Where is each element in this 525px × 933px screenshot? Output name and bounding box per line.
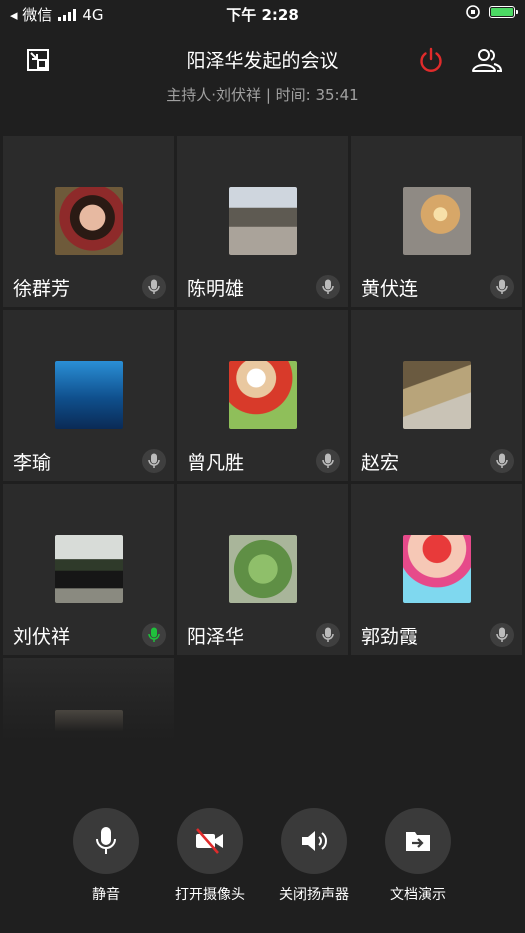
camera-button[interactable] — [177, 808, 243, 874]
mic-muted-icon — [142, 275, 166, 299]
participant-tile[interactable]: 曾凡胜 — [177, 310, 348, 481]
speaker-control: 关闭扬声器 — [262, 808, 366, 904]
status-time: 下午 2:28 — [226, 6, 299, 24]
participant-name: 徐群芳 — [13, 278, 71, 300]
mic-muted-icon — [316, 275, 340, 299]
participant-name: 曾凡胜 — [187, 452, 245, 474]
participant-tile[interactable]: 徐群芳 — [3, 136, 174, 307]
document-control: 文档演示 — [366, 808, 470, 904]
avatar — [55, 361, 123, 429]
mute-control: 静音 — [54, 808, 158, 904]
participant-tile[interactable]: 郭劲霞 — [351, 484, 522, 655]
avatar — [229, 361, 297, 429]
participant-tile[interactable]: 陈明雄 — [177, 136, 348, 307]
mute-button[interactable] — [73, 808, 139, 874]
status-right — [465, 4, 518, 20]
orientation-lock-icon — [466, 5, 480, 19]
participant-tile-partial[interactable] — [3, 658, 174, 740]
participant-name: 陈明雄 — [187, 278, 245, 300]
avatar — [403, 361, 471, 429]
mic-speaking-icon — [142, 623, 166, 647]
mic-muted-icon — [316, 623, 340, 647]
speaker-icon — [302, 831, 327, 851]
battery-icon — [489, 6, 518, 18]
mic-muted-icon — [142, 449, 166, 473]
participant-grid: 徐群芳 陈明雄 黄伏连 李瑜 曾凡胜 赵宏 刘伏祥 阳泽华 郭劲霞 — [3, 136, 522, 740]
leave-meeting-button[interactable] — [415, 44, 447, 76]
speaker-label: 关闭扬声器 — [279, 887, 349, 903]
participant-name: 刘伏祥 — [13, 626, 71, 648]
mic-muted-icon — [490, 275, 514, 299]
avatar — [403, 535, 471, 603]
participant-name: 阳泽华 — [187, 626, 245, 648]
status-bar: ◂ 微信 4G 下午 2:28 — [0, 0, 525, 26]
participant-name: 赵宏 — [361, 452, 400, 474]
microphone-icon — [96, 827, 116, 854]
avatar — [55, 187, 123, 255]
call-toolbar: 静音 打开摄像头 关闭扬声器 文档演示 — [0, 808, 525, 918]
avatar — [55, 535, 123, 603]
power-icon — [420, 47, 442, 72]
camera-label: 打开摄像头 — [175, 887, 245, 903]
mute-label: 静音 — [92, 887, 120, 903]
meeting-subtitle: 主持人·刘伏祥 | 时间: 35:41 — [166, 86, 359, 104]
participant-tile[interactable]: 李瑜 — [3, 310, 174, 481]
camera-control: 打开摄像头 — [158, 808, 262, 904]
participant-tile[interactable]: 刘伏祥 — [3, 484, 174, 655]
members-icon — [472, 49, 503, 72]
folder-share-icon — [406, 832, 430, 851]
mic-muted-icon — [490, 623, 514, 647]
avatar — [229, 187, 297, 255]
participant-name: 李瑜 — [13, 452, 52, 474]
speaker-button[interactable] — [281, 808, 347, 874]
document-share-button[interactable] — [385, 808, 451, 874]
participant-tile[interactable]: 赵宏 — [351, 310, 522, 481]
participant-name: 郭劲霞 — [361, 626, 419, 648]
meeting-header: 阳泽华发起的会议 主持人·刘伏祥 | 时间: 35:41 — [0, 36, 525, 116]
avatar — [55, 710, 123, 732]
participant-name: 黄伏连 — [361, 278, 419, 300]
mic-muted-icon — [316, 449, 340, 473]
participant-tile[interactable]: 阳泽华 — [177, 484, 348, 655]
participants-button[interactable] — [471, 44, 503, 76]
avatar — [403, 187, 471, 255]
participant-tile[interactable]: 黄伏连 — [351, 136, 522, 307]
mic-muted-icon — [490, 449, 514, 473]
document-label: 文档演示 — [390, 887, 446, 903]
camera-off-icon — [196, 828, 223, 854]
avatar — [229, 535, 297, 603]
